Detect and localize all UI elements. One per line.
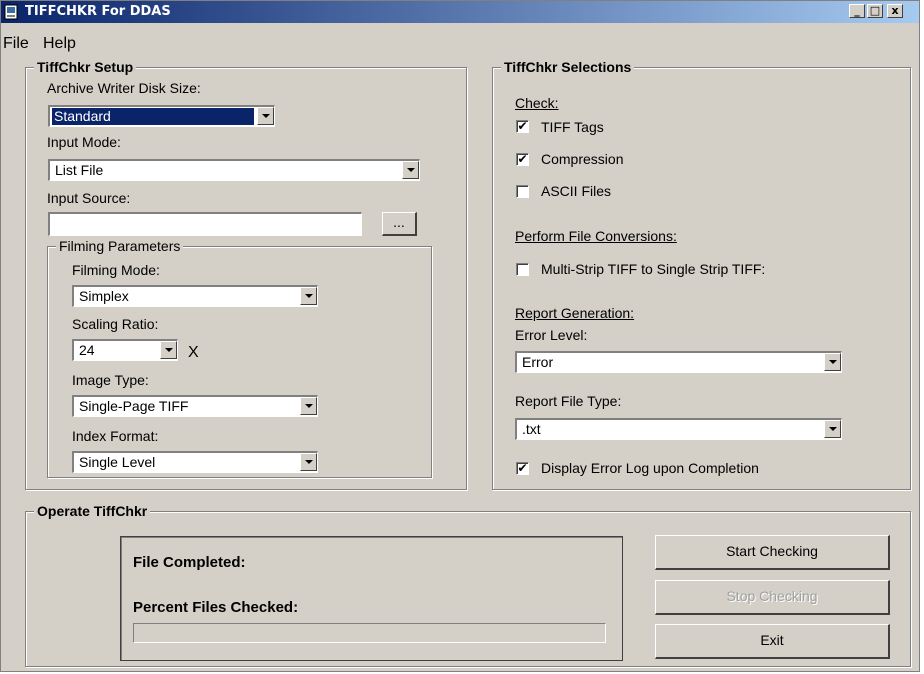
filming-group: Filming Parameters Filming Mode: Simplex… [47, 238, 432, 478]
selections-group: TiffChkr Selections Check: ✔ TIFF Tags ✔… [492, 59, 911, 490]
close-button[interactable]: x [887, 4, 903, 18]
chevron-down-icon[interactable] [824, 353, 841, 371]
title-bar[interactable]: TIFFCHKR For DDAS _ □ x [1, 1, 919, 23]
chevron-down-icon[interactable] [160, 341, 177, 359]
menu-help[interactable]: Help [43, 35, 76, 53]
tiff-tags-checkbox[interactable]: ✔ [516, 120, 529, 133]
ascii-files-checkbox[interactable] [516, 185, 529, 198]
compression-label[interactable]: Compression [541, 151, 623, 167]
compression-checkbox[interactable]: ✔ [516, 153, 529, 166]
chevron-down-icon[interactable] [300, 287, 317, 305]
window-title: TIFFCHKR For DDAS [25, 4, 171, 19]
filming-mode-label: Filming Mode: [72, 262, 160, 278]
multi-strip-checkbox[interactable] [516, 263, 529, 276]
display-log-checkbox[interactable]: ✔ [516, 462, 529, 475]
index-format-select[interactable]: Single Level [72, 451, 318, 473]
input-source-field[interactable] [48, 212, 362, 236]
report-heading: Report Generation: [515, 305, 635, 321]
input-source-label: Input Source: [47, 190, 131, 206]
scaling-ratio-value: 24 [79, 342, 95, 358]
filming-group-title: Filming Parameters [56, 238, 184, 254]
report-type-label: Report File Type: [515, 393, 622, 409]
image-type-select[interactable]: Single-Page TIFF [72, 395, 318, 417]
chevron-down-icon[interactable] [402, 161, 419, 179]
ascii-files-label[interactable]: ASCII Files [541, 183, 611, 199]
error-level-label: Error Level: [515, 327, 588, 343]
input-mode-select[interactable]: List File [48, 159, 420, 181]
status-panel: File Completed: Percent Files Checked: [120, 536, 623, 661]
error-level-value: Error [522, 354, 554, 370]
disk-size-select[interactable]: Standard [48, 105, 275, 127]
scaling-suffix: X [188, 344, 199, 361]
multi-strip-label[interactable]: Multi-Strip TIFF to Single Strip TIFF: [541, 261, 765, 277]
selections-group-title: TiffChkr Selections [501, 59, 635, 75]
setup-group: TiffChkr Setup Archive Writer Disk Size:… [25, 59, 467, 490]
report-type-select[interactable]: .txt [515, 418, 842, 440]
chevron-down-icon[interactable] [824, 420, 841, 438]
exit-button[interactable]: Exit [655, 624, 890, 659]
index-format-label: Index Format: [72, 428, 159, 444]
app-icon [4, 4, 18, 20]
filming-mode-select[interactable]: Simplex [72, 285, 318, 307]
scaling-ratio-select[interactable]: 24 [72, 339, 178, 361]
stop-checking-button[interactable]: Stop Checking [655, 580, 890, 615]
image-type-value: Single-Page TIFF [79, 398, 189, 414]
operate-group: Operate TiffChkr File Completed: Percent… [25, 503, 911, 667]
report-type-value: .txt [522, 421, 541, 437]
index-format-value: Single Level [79, 454, 156, 470]
input-mode-label: Input Mode: [47, 134, 121, 150]
browse-button[interactable]: ... [382, 212, 417, 236]
scaling-ratio-label: Scaling Ratio: [72, 316, 159, 332]
chevron-down-icon[interactable] [257, 107, 274, 125]
setup-group-title: TiffChkr Setup [34, 59, 137, 75]
file-completed-label: File Completed: [133, 554, 246, 571]
maximize-button[interactable]: □ [867, 4, 883, 18]
percent-checked-label: Percent Files Checked: [133, 599, 299, 616]
filming-mode-value: Simplex [79, 288, 129, 304]
disk-size-label: Archive Writer Disk Size: [47, 80, 201, 96]
display-log-label[interactable]: Display Error Log upon Completion [541, 460, 759, 476]
tiff-tags-label[interactable]: TIFF Tags [541, 119, 604, 135]
progress-bar [133, 623, 606, 643]
chevron-down-icon[interactable] [300, 397, 317, 415]
start-checking-button[interactable]: Start Checking [655, 535, 890, 570]
chevron-down-icon[interactable] [300, 453, 317, 471]
error-level-select[interactable]: Error [515, 351, 842, 373]
menu-file[interactable]: File [3, 35, 29, 53]
disk-size-value: Standard [52, 108, 254, 125]
conversions-heading: Perform File Conversions: [515, 228, 677, 244]
main-window: TIFFCHKR For DDAS _ □ x File Help TiffCh… [0, 0, 920, 672]
check-heading: Check: [515, 95, 559, 111]
minimize-button[interactable]: _ [849, 4, 865, 18]
operate-group-title: Operate TiffChkr [34, 503, 151, 519]
image-type-label: Image Type: [72, 372, 149, 388]
input-mode-value: List File [55, 162, 104, 178]
